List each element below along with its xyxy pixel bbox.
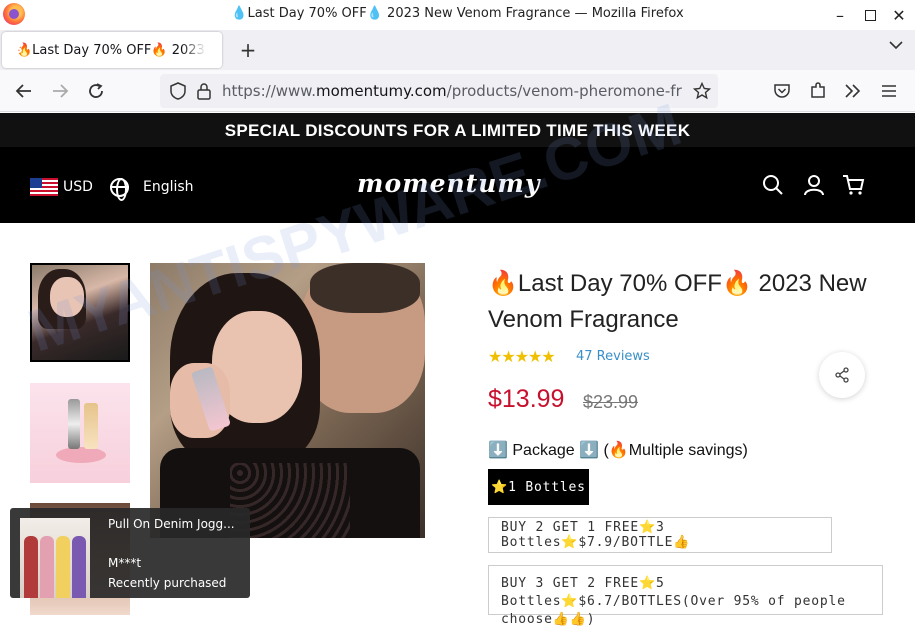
window-titlebar: 💧Last Day 70% OFF💧 2023 New Venom Fragra… <box>0 0 915 30</box>
minimize-icon[interactable]: – <box>825 2 855 28</box>
shield-icon[interactable] <box>166 79 190 103</box>
us-flag-icon[interactable] <box>30 178 58 196</box>
promo-banner: SPECIAL DISCOUNTS FOR A LIMITED TIME THI… <box>0 113 915 147</box>
toast-buyer: M***t <box>108 556 142 570</box>
hamburger-menu-icon[interactable] <box>877 79 901 103</box>
url-text[interactable]: https://www.momentumy.com/products/venom… <box>222 82 682 100</box>
extensions-icon[interactable] <box>806 79 830 103</box>
recent-purchase-popup[interactable]: Pull On Denim Jogg... M***t Recently pur… <box>10 508 250 598</box>
list-all-tabs-icon[interactable] <box>889 38 903 54</box>
package-option-3[interactable]: BUY 3 GET 2 FREE⭐5 Bottles⭐$6.7/BOTTLES(… <box>488 565 883 627</box>
product-thumbnail-1[interactable] <box>30 263 130 362</box>
active-tab[interactable]: 🔥Last Day 70% OFF🔥 2023 New Venom Fragra… <box>2 32 222 68</box>
product-thumbnail-2[interactable] <box>30 383 130 483</box>
close-icon[interactable]: ✕ <box>884 2 914 28</box>
package-label: ⬇️ Package ⬇️ (🔥Multiple savings) <box>488 442 748 459</box>
toast-product-name[interactable]: Pull On Denim Jogg... <box>108 517 235 531</box>
currency-selector[interactable]: USD <box>63 179 93 195</box>
navigation-bar: https://www.momentumy.com/products/venom… <box>0 70 915 112</box>
globe-icon[interactable] <box>110 178 129 201</box>
cart-icon[interactable] <box>842 173 866 197</box>
site-header: USD English momentumy <box>0 147 915 223</box>
tab-strip: 🔥Last Day 70% OFF🔥 2023 New Venom Fragra… <box>0 30 915 70</box>
share-button[interactable] <box>819 352 865 398</box>
site-logo[interactable]: momentumy <box>357 169 540 198</box>
url-bar[interactable]: https://www.momentumy.com/products/venom… <box>160 74 718 108</box>
back-icon[interactable] <box>12 79 36 103</box>
toast-status: Recently purchased <box>108 576 227 590</box>
account-icon[interactable] <box>802 173 826 197</box>
lock-icon[interactable] <box>192 79 216 103</box>
pocket-icon[interactable] <box>770 79 794 103</box>
rating-stars: ★★★★★ <box>488 347 556 366</box>
forward-icon[interactable] <box>48 79 72 103</box>
window-title: 💧Last Day 70% OFF💧 2023 New Venom Fragra… <box>231 6 684 21</box>
bookmark-star-icon[interactable] <box>690 79 714 103</box>
new-tab-icon[interactable]: + <box>236 38 260 62</box>
search-icon[interactable] <box>761 173 785 197</box>
reviews-link[interactable]: 47 Reviews <box>576 349 650 364</box>
package-option-1[interactable]: ⭐1 Bottles <box>488 469 589 505</box>
toast-product-image <box>20 518 90 598</box>
overflow-icon[interactable] <box>841 79 865 103</box>
reload-icon[interactable] <box>84 79 108 103</box>
sale-price: $13.99 <box>488 385 565 413</box>
maximize-icon[interactable] <box>855 2 885 28</box>
product-main-image[interactable] <box>150 263 425 538</box>
language-selector[interactable]: English <box>143 179 194 195</box>
share-icon <box>835 367 849 383</box>
compare-price: $23.99 <box>583 392 639 412</box>
package-option-2[interactable]: BUY 2 GET 1 FREE⭐3 Bottles⭐$7.9/BOTTLE👍 <box>488 517 832 553</box>
product-title: 🔥Last Day 70% OFF🔥 2023 New Venom Fragra… <box>488 270 867 333</box>
